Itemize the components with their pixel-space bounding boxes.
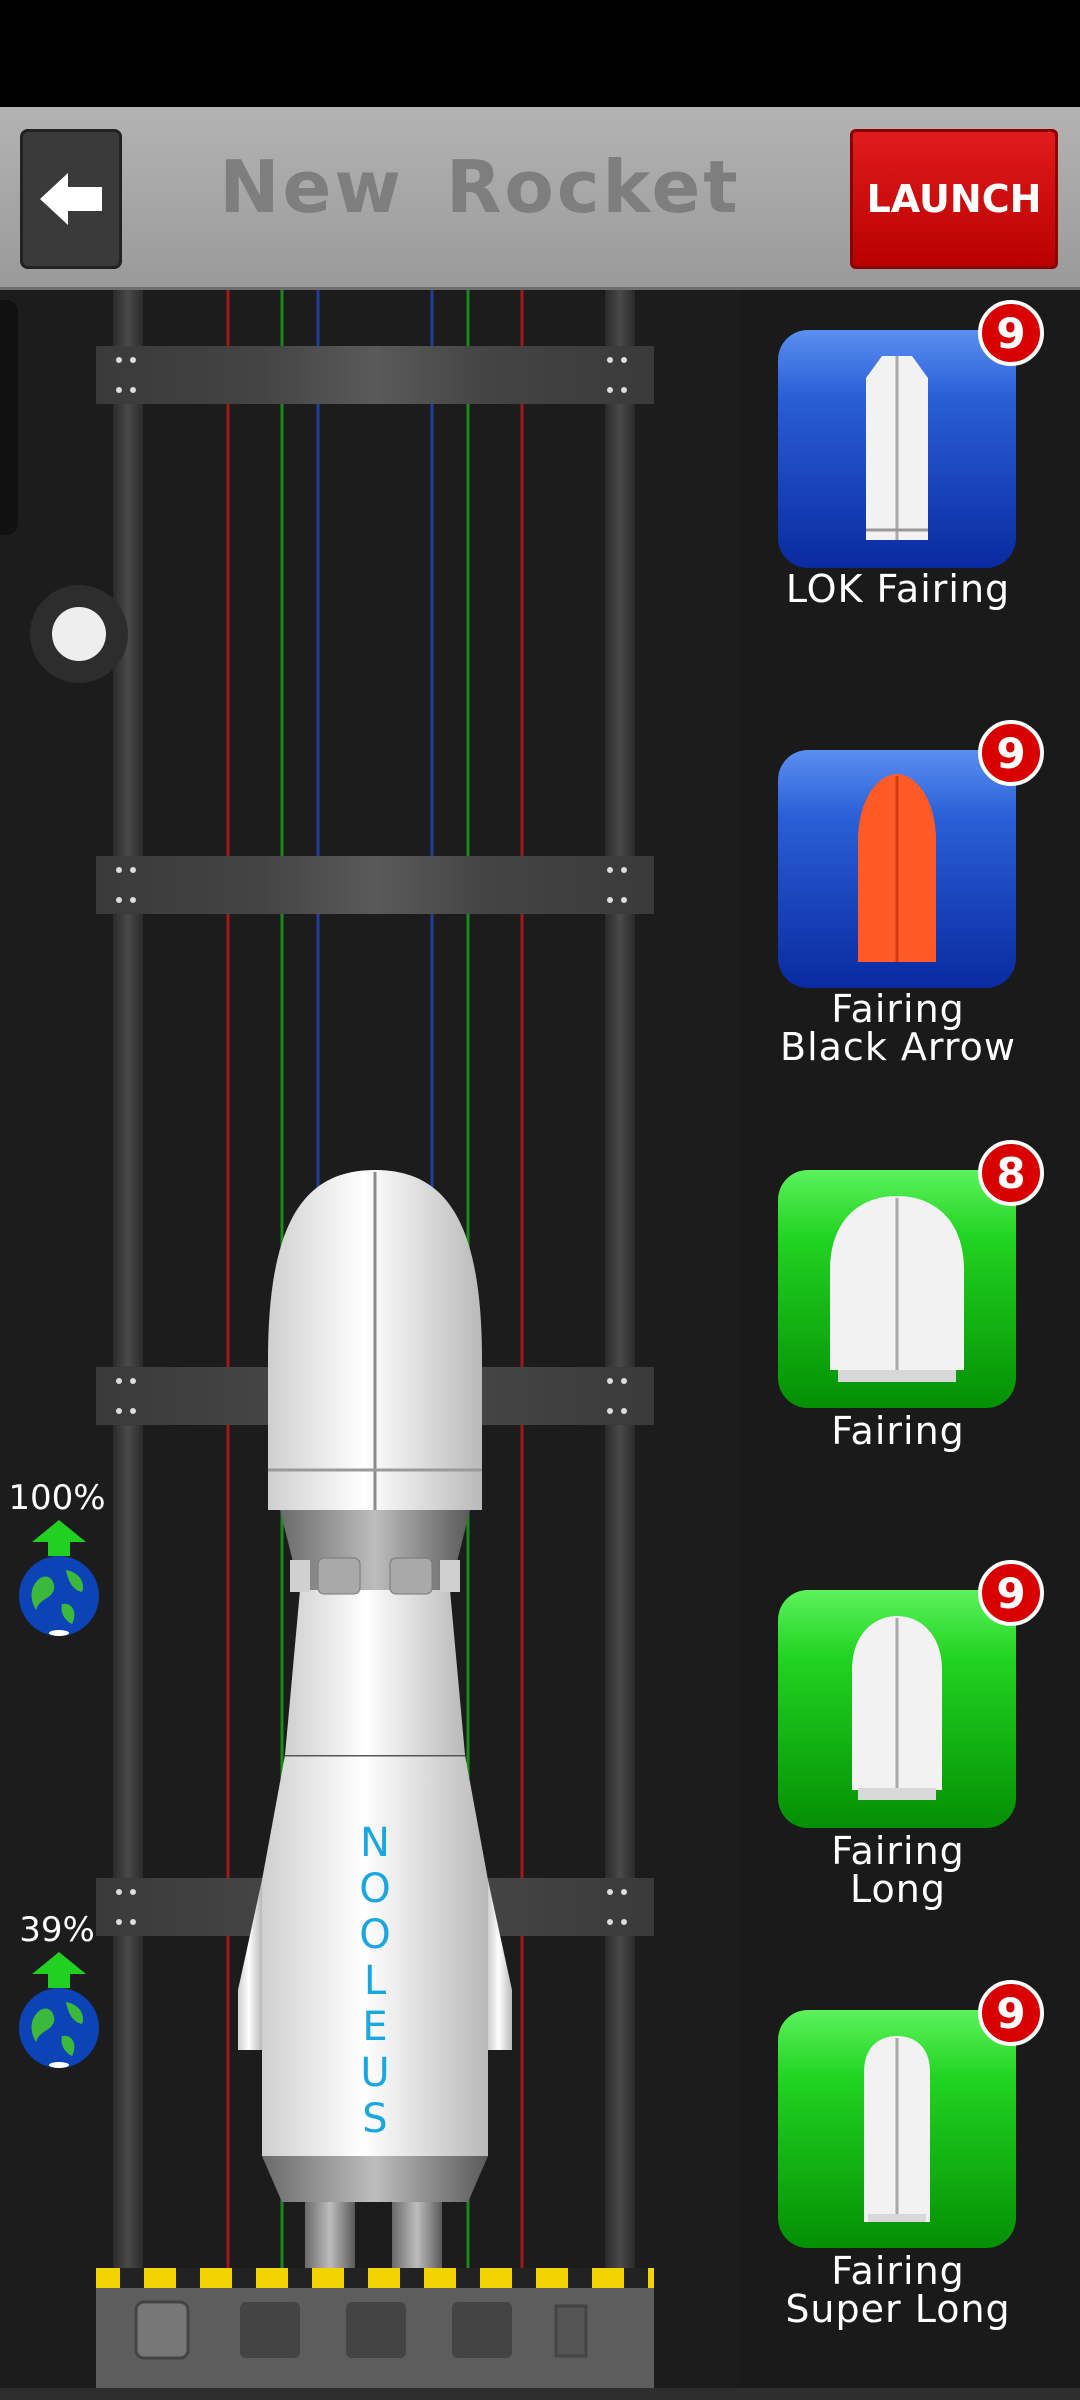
part-label: LOK Fairing	[738, 570, 1058, 608]
rocket-name-letter: O	[359, 1912, 391, 1958]
rocket-name-letter: O	[359, 1866, 391, 1912]
header-bar: New Rocket LAUNCH	[0, 107, 1080, 290]
part-label: Fairing Black Arrow	[738, 990, 1058, 1066]
rocket-name-letter: S	[362, 2096, 388, 2142]
earth-up-icon[interactable]	[16, 1952, 102, 2070]
fairing-icon	[830, 1196, 964, 1382]
part-count-badge: 8	[978, 1140, 1044, 1206]
part-label: Fairing Super Long	[738, 2252, 1058, 2328]
part-label-line: Fairing	[831, 1409, 965, 1453]
indicator-percent: 100%	[8, 1478, 106, 1518]
fairing-long-icon	[852, 1616, 942, 1800]
part-fairing[interactable]: 8	[778, 1140, 1044, 1408]
rocket-name-letter: N	[360, 1820, 390, 1866]
part-lok-fairing[interactable]: 9	[778, 300, 1044, 568]
part-label-line: Long	[850, 1867, 946, 1911]
part-label: Fairing	[738, 1412, 1058, 1450]
part-count-badge: 9	[978, 720, 1044, 786]
part-label-line: LOK Fairing	[785, 567, 1011, 611]
part-label-line: Black Arrow	[780, 1025, 1016, 1069]
part-fairing-super-long[interactable]: 9	[778, 1980, 1044, 2248]
rocket-name-letter: U	[360, 2050, 390, 2096]
part-count-badge: 9	[978, 300, 1044, 366]
back-arrow-icon	[40, 173, 102, 225]
part-label-line: Fairing	[831, 987, 965, 1031]
back-button[interactable]	[20, 129, 122, 269]
earth-up-icon[interactable]	[16, 1520, 102, 1638]
fairing-super-long-icon	[864, 2036, 930, 2222]
indicator-percent: 39%	[19, 1910, 95, 1950]
part-count-badge: 9	[978, 1980, 1044, 2046]
part-label-line: Fairing	[831, 2249, 965, 2293]
rocket-name-letter: E	[362, 2004, 388, 2050]
black-arrow-fairing-icon	[858, 774, 936, 962]
side-drawer-handle[interactable]	[0, 300, 18, 535]
rocket-name: N O O L E U S	[355, 1820, 395, 2142]
part-fairing-black-arrow[interactable]: 9	[778, 720, 1044, 988]
lok-fairing-icon	[866, 356, 928, 540]
launch-button[interactable]: LAUNCH	[850, 129, 1058, 269]
rocket-name-letter: L	[363, 1958, 387, 2004]
part-count-badge: 9	[978, 1560, 1044, 1626]
part-label-line: Super Long	[785, 2287, 1011, 2331]
part-label: Fairing Long	[738, 1832, 1058, 1908]
part-label-line: Fairing	[831, 1829, 965, 1873]
view-toggle-button[interactable]	[30, 585, 128, 683]
status-bar	[0, 0, 1080, 107]
part-fairing-long[interactable]: 9	[778, 1560, 1044, 1828]
page-title: New Rocket	[219, 145, 741, 229]
bottom-edge	[0, 2388, 1080, 2400]
